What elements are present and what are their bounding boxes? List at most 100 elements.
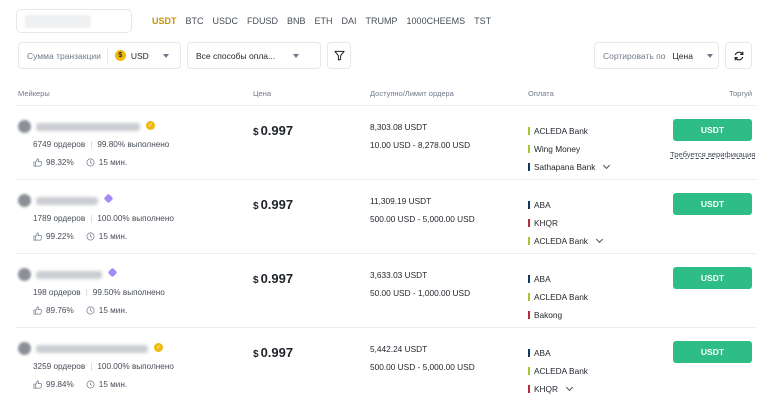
merchant-stats: 1789 ордеров | 100.00% выполнено: [33, 214, 174, 223]
coin-tab[interactable]: 1000CHEEMS: [407, 16, 466, 26]
verification-required-link[interactable]: Требуется верификация: [670, 150, 755, 159]
sort-value: Цена: [672, 50, 693, 61]
payment-method: KHQR: [528, 380, 588, 398]
payment-method: ACLEDA Bank: [528, 232, 604, 250]
avatar[interactable]: [18, 194, 31, 207]
amount-placeholder: Сумма транзакции: [27, 50, 101, 61]
currency-value[interactable]: USD: [131, 51, 149, 61]
blurred-merchant-name[interactable]: [36, 271, 102, 279]
chevron-down-icon: [293, 53, 300, 58]
sort-select[interactable]: Сортировать по Цена: [594, 42, 719, 69]
refresh-button[interactable]: [725, 42, 752, 69]
available-amount: 8,303.08 USDT: [370, 122, 428, 132]
payment-color-marker: [528, 145, 530, 153]
chevron-down-icon: [706, 53, 713, 58]
payment-time: 15 мин.: [98, 232, 128, 241]
clock-icon: [86, 306, 95, 315]
coin-tab[interactable]: USDC: [213, 16, 239, 26]
buy-button[interactable]: USDT: [673, 119, 752, 141]
price: $0.997: [253, 345, 293, 360]
coin-tab[interactable]: BNB: [287, 16, 306, 26]
coin-tabs: USDT BTC USDC FDUSD BNB ETH DAI TRUMP 1000CHEEMS…: [152, 16, 500, 26]
payment-method-name: KHQR: [534, 384, 558, 394]
header-payment: Оплата: [528, 89, 554, 98]
payment-method-name: KHQR: [534, 218, 558, 228]
merchant-meta: 99.84% 15 мин.: [33, 380, 127, 389]
coin-tab[interactable]: TRUMP: [366, 16, 398, 26]
filter-bar: Сумма транзакции $ USD Все способы опла.…: [0, 42, 775, 70]
completion-rate: 100.00% выполнено: [97, 214, 174, 223]
payment-color-marker: [528, 163, 530, 171]
buy-button[interactable]: USDT: [673, 193, 752, 215]
amount-input[interactable]: Сумма транзакции $ USD: [18, 42, 181, 69]
payment-color-marker: [528, 349, 530, 357]
filter-button[interactable]: [327, 42, 351, 69]
payment-method: Bakong: [528, 306, 588, 324]
available-amount: 5,442.24 USDT: [370, 344, 428, 354]
payment-color-marker: [528, 385, 530, 393]
payment-method-name: Sathapana Bank: [534, 162, 596, 172]
coin-tab[interactable]: BTC: [186, 16, 204, 26]
avatar[interactable]: [18, 120, 31, 133]
account-selector[interactable]: [16, 9, 132, 33]
positive-rating: 99.22%: [46, 232, 74, 241]
coin-tab[interactable]: FDUSD: [247, 16, 278, 26]
avatar[interactable]: [18, 268, 31, 281]
blurred-merchant-name[interactable]: [36, 123, 140, 131]
payment-methods: ABA ACLEDA Bank Bakong: [528, 270, 588, 324]
payment-method: ACLEDA Bank: [528, 288, 588, 306]
separator: |: [90, 140, 93, 149]
currency-symbol: $: [253, 201, 259, 212]
chevron-down-icon[interactable]: [603, 161, 611, 170]
chevron-down-icon: [162, 53, 169, 58]
coin-tab[interactable]: ETH: [315, 16, 333, 26]
payment-time: 15 мин.: [98, 380, 128, 389]
top-bar: USDT BTC USDC FDUSD BNB ETH DAI TRUMP 1000CHEEMS…: [0, 0, 775, 40]
payment-method-name: ACLEDA Bank: [534, 126, 588, 136]
payment-method: Wing Money: [528, 140, 609, 158]
thumbs-up-icon: [33, 232, 42, 241]
price-value: 0.997: [260, 197, 294, 212]
coin-tab[interactable]: DAI: [342, 16, 357, 26]
clock-icon: [86, 232, 95, 241]
blurred-merchant-name[interactable]: [36, 197, 98, 205]
order-limit: 50.00 USD - 1,000.00 USD: [370, 288, 471, 298]
price-value: 0.997: [260, 123, 294, 138]
available-amount: 3,633.03 USDT: [370, 270, 428, 280]
thumbs-up-icon: [33, 380, 42, 389]
chevron-down-icon[interactable]: [595, 235, 604, 244]
thumbs-up-icon: [33, 158, 42, 167]
table-header: Мейкеры Цена Доступно/Лимит ордера Оплат…: [0, 89, 775, 101]
chevron-down-icon[interactable]: [565, 383, 574, 392]
payment-color-marker: [528, 275, 530, 283]
thumbs-up-icon: [33, 306, 42, 315]
payment-color-marker: [528, 219, 530, 227]
payment-time: 15 мин.: [98, 306, 128, 315]
payment-method-name: ACLEDA Bank: [534, 236, 588, 246]
merchant-meta: 99.22% 15 мин.: [33, 232, 127, 241]
price: $0.997: [253, 271, 293, 286]
diamond-badge-icon: [107, 267, 118, 278]
payment-method-name: ACLEDA Bank: [534, 366, 588, 376]
coin-tab[interactable]: USDT: [152, 16, 177, 26]
clock-icon: [86, 158, 95, 167]
usd-coin-icon: $: [114, 50, 126, 61]
order-count: 198 ордеров: [33, 288, 81, 297]
table-row: 198 ордеров | 99.50% выполнено 89.76% 15…: [0, 254, 775, 328]
merchant-stats: 6749 ордеров | 99.80% выполнено: [33, 140, 169, 149]
separator: |: [90, 362, 93, 371]
header-trade: Торгуй: [729, 89, 753, 98]
diamond-badge-icon: [103, 193, 114, 204]
payment-method-name: ACLEDA Bank: [534, 292, 588, 302]
payment-method-name: Wing Money: [534, 144, 581, 154]
payment-method-select[interactable]: Все способы опла...: [187, 42, 321, 69]
avatar[interactable]: [18, 342, 31, 355]
buy-button[interactable]: USDT: [673, 341, 752, 363]
sort-label: Сортировать по: [603, 50, 666, 61]
clock-icon: [86, 380, 95, 389]
table-row: ✓ 3259 ордеров | 100.00% выполнено 99.84…: [0, 328, 775, 399]
blurred-merchant-name[interactable]: [36, 345, 148, 353]
buy-button[interactable]: USDT: [673, 267, 752, 289]
payment-color-marker: [528, 127, 530, 135]
coin-tab[interactable]: TST: [474, 16, 491, 26]
